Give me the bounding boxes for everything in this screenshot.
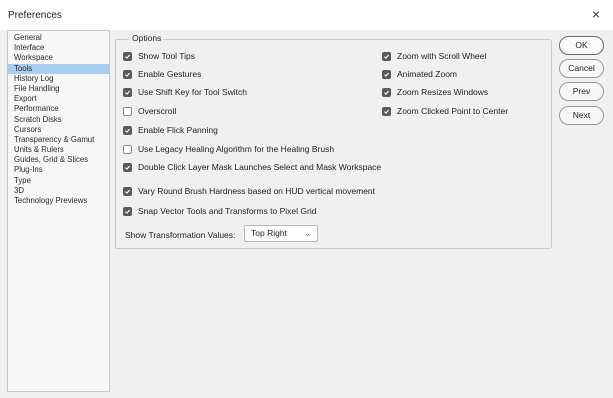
checkbox-label: Enable Gestures bbox=[138, 69, 202, 79]
checkbox-label: Zoom Clicked Point to Center bbox=[397, 106, 509, 116]
cancel-button[interactable]: Cancel bbox=[559, 59, 604, 78]
overscroll-checkbox[interactable]: Overscroll bbox=[123, 106, 176, 116]
select-value: Top Right bbox=[251, 228, 287, 238]
sidebar-item-guides-grid-slices[interactable]: Guides, Grid & Slices bbox=[8, 155, 109, 165]
window-title: Preferences bbox=[8, 10, 62, 21]
sidebar-item-history-log[interactable]: History Log bbox=[8, 74, 109, 84]
checkbox-checked-icon bbox=[123, 206, 132, 216]
checkbox-label: Use Shift Key for Tool Switch bbox=[138, 87, 247, 97]
checkbox-label: Overscroll bbox=[138, 106, 177, 116]
checkbox-label: Show Tool Tips bbox=[138, 51, 196, 61]
close-icon[interactable]: × bbox=[588, 6, 604, 22]
sidebar-item-type[interactable]: Type bbox=[8, 176, 109, 186]
checkbox-label: Zoom Resizes Windows bbox=[397, 87, 489, 97]
zoom-scroll-wheel-checkbox[interactable]: Zoom with Scroll Wheel bbox=[382, 51, 486, 61]
checkbox-label: Vary Round Brush Hardness based on HUD v… bbox=[138, 186, 376, 196]
checkbox-checked-icon bbox=[123, 162, 132, 172]
sidebar-item-tools[interactable]: Tools bbox=[8, 63, 109, 74]
options-legend: Options bbox=[129, 33, 165, 43]
shift-key-tool-switch-checkbox[interactable]: Use Shift Key for Tool Switch bbox=[123, 87, 247, 97]
sidebar-item-export[interactable]: Export bbox=[8, 94, 109, 104]
sidebar-item-plug-ins[interactable]: Plug-Ins bbox=[8, 165, 109, 175]
checkbox-checked-icon bbox=[123, 51, 132, 61]
checkbox-checked-icon bbox=[123, 186, 132, 196]
sidebar-item-workspace[interactable]: Workspace bbox=[8, 53, 109, 63]
checkbox-label: Enable Flick Panning bbox=[138, 125, 218, 135]
sidebar-item-3d[interactable]: 3D bbox=[8, 186, 109, 196]
checkbox-checked-icon bbox=[123, 69, 132, 79]
checkbox-checked-icon bbox=[123, 87, 132, 97]
double-click-layer-mask-checkbox[interactable]: Double Click Layer Mask Launches Select … bbox=[123, 162, 381, 172]
transformation-values-label: Show Transformation Values: bbox=[125, 230, 236, 240]
checkbox-unchecked-icon bbox=[123, 144, 132, 154]
checkbox-checked-icon bbox=[123, 125, 132, 135]
sidebar-item-general[interactable]: General bbox=[8, 33, 109, 43]
enable-gestures-checkbox[interactable]: Enable Gestures bbox=[123, 69, 201, 79]
checkbox-unchecked-icon bbox=[123, 106, 132, 116]
next-button[interactable]: Next bbox=[559, 106, 604, 125]
animated-zoom-checkbox[interactable]: Animated Zoom bbox=[382, 69, 457, 79]
checkbox-label: Double Click Layer Mask Launches Select … bbox=[138, 162, 382, 172]
sidebar-item-scratch-disks[interactable]: Scratch Disks bbox=[8, 115, 109, 125]
show-tool-tips-checkbox[interactable]: Show Tool Tips bbox=[123, 51, 195, 61]
sidebar-item-cursors[interactable]: Cursors bbox=[8, 125, 109, 135]
title-bar: Preferences × bbox=[0, 0, 613, 30]
checkbox-label: Use Legacy Healing Algorithm for the Hea… bbox=[138, 144, 335, 154]
sidebar-item-file-handling[interactable]: File Handling bbox=[8, 84, 109, 94]
checkbox-label: Animated Zoom bbox=[397, 69, 457, 79]
legacy-healing-checkbox[interactable]: Use Legacy Healing Algorithm for the Hea… bbox=[123, 144, 334, 154]
zoom-clicked-point-checkbox[interactable]: Zoom Clicked Point to Center bbox=[382, 106, 508, 116]
sidebar-item-interface[interactable]: Interface bbox=[8, 43, 109, 53]
transformation-values-select[interactable]: Top Right ⌄ bbox=[244, 225, 318, 242]
checkbox-checked-icon bbox=[382, 51, 391, 61]
enable-flick-panning-checkbox[interactable]: Enable Flick Panning bbox=[123, 125, 218, 135]
ok-button[interactable]: OK bbox=[559, 36, 604, 55]
checkbox-label: Zoom with Scroll Wheel bbox=[397, 51, 487, 61]
sidebar-item-units-rulers[interactable]: Units & Rulers bbox=[8, 145, 109, 155]
vary-brush-hardness-checkbox[interactable]: Vary Round Brush Hardness based on HUD v… bbox=[123, 186, 375, 196]
zoom-resizes-windows-checkbox[interactable]: Zoom Resizes Windows bbox=[382, 87, 488, 97]
prev-button[interactable]: Prev bbox=[559, 82, 604, 101]
sidebar-item-performance[interactable]: Performance bbox=[8, 104, 109, 114]
snap-vector-tools-checkbox[interactable]: Snap Vector Tools and Transforms to Pixe… bbox=[123, 206, 316, 216]
sidebar-item-transparency-gamut[interactable]: Transparency & Gamut bbox=[8, 135, 109, 145]
chevron-down-icon: ⌄ bbox=[304, 229, 311, 238]
category-list: General Interface Workspace Tools Histor… bbox=[7, 30, 110, 392]
checkbox-checked-icon bbox=[382, 106, 391, 116]
checkbox-checked-icon bbox=[382, 69, 391, 79]
checkbox-checked-icon bbox=[382, 87, 391, 97]
checkbox-label: Snap Vector Tools and Transforms to Pixe… bbox=[138, 206, 317, 216]
sidebar-item-technology-previews[interactable]: Technology Previews bbox=[8, 196, 109, 206]
